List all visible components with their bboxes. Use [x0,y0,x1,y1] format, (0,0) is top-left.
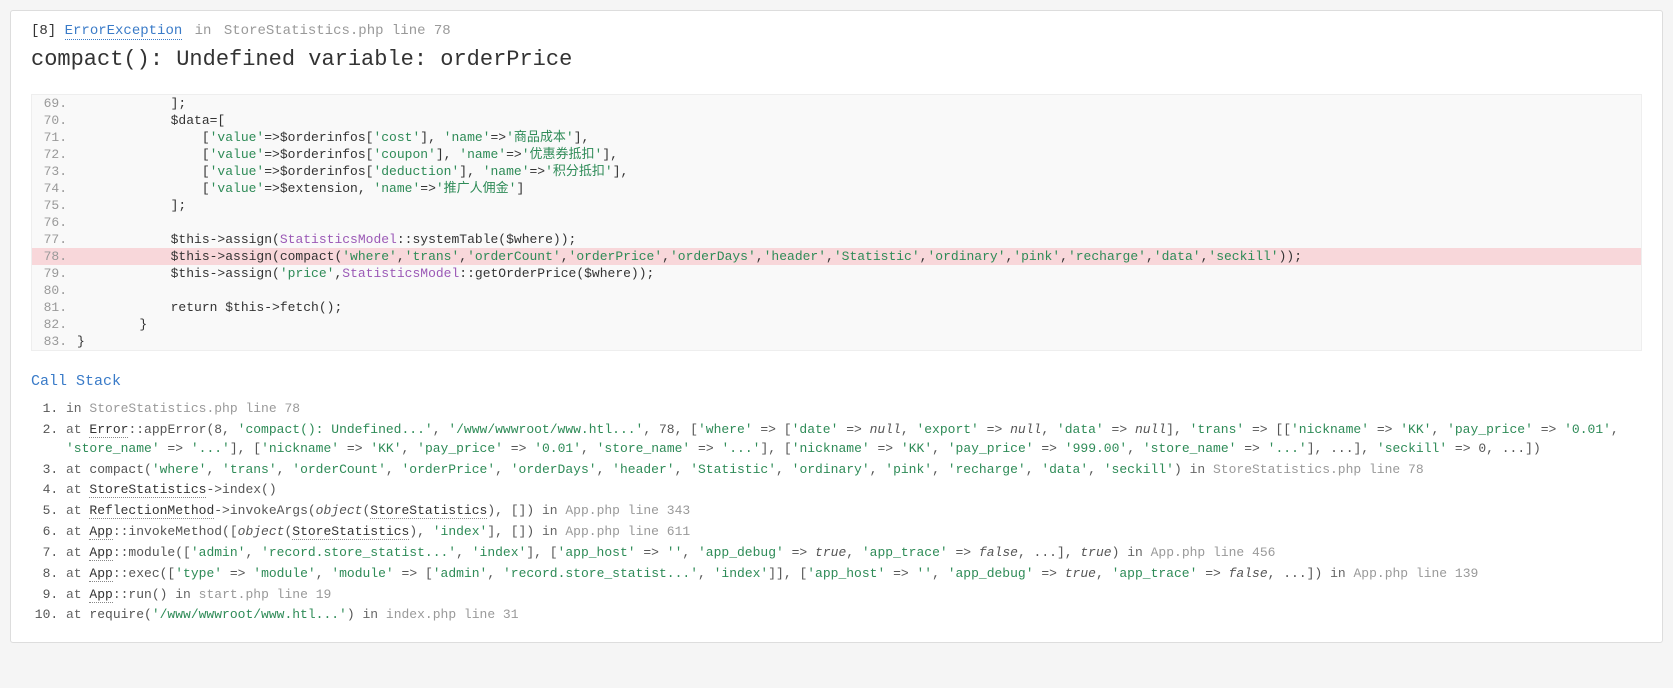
code-line: 78. $this->assign(compact('where','trans… [32,248,1641,265]
line-number: 71. [32,129,77,146]
code-line: 74. ['value'=>$extension, 'name'=>'推广人佣金… [32,180,1641,197]
in-word: in [195,23,212,39]
line-number: 75. [32,197,77,214]
stack-frame: in StoreStatistics.php line 78 [66,400,1642,419]
error-location: StoreStatistics.php line 78 [224,23,451,39]
stack-frame: at Error::appError(8, 'compact(): Undefi… [66,421,1642,459]
line-number: 81. [32,299,77,316]
code-line: 81. return $this->fetch(); [32,299,1641,316]
error-header: [8] ErrorException in StoreStatistics.ph… [11,11,1662,45]
line-number: 80. [32,282,77,299]
code-line: 71. ['value'=>$orderinfos['cost'], 'name… [32,129,1641,146]
code-content: ['value'=>$orderinfos['coupon'], 'name'=… [77,146,1641,163]
line-number: 82. [32,316,77,333]
code-content: ]; [77,95,1641,112]
code-content: $data=[ [77,112,1641,129]
code-content: return $this->fetch(); [77,299,1641,316]
stack-frame: at StoreStatistics->index() [66,481,1642,500]
line-number: 79. [32,265,77,282]
line-number: 74. [32,180,77,197]
code-content: ['value'=>$orderinfos['deduction'], 'nam… [77,163,1641,180]
code-line: 73. ['value'=>$orderinfos['deduction'], … [32,163,1641,180]
code-content: } [77,333,1641,350]
stack-frame: at App::exec(['type' => 'module', 'modul… [66,565,1642,584]
line-number: 70. [32,112,77,129]
call-stack-title: Call Stack [11,369,1662,400]
code-content [77,214,1641,231]
code-content [77,282,1641,299]
stack-frame: at App::invokeMethod([object(StoreStatis… [66,523,1642,542]
error-number: [8] [31,23,56,39]
line-number: 77. [32,231,77,248]
error-panel: [8] ErrorException in StoreStatistics.ph… [10,10,1663,643]
code-line: 82. } [32,316,1641,333]
line-number: 78. [32,248,77,265]
line-number: 73. [32,163,77,180]
code-content: $this->assign(compact('where','trans','o… [77,248,1641,265]
code-line: 69. ]; [32,95,1641,112]
code-line: 70. $data=[ [32,112,1641,129]
error-message: compact(): Undefined variable: orderPric… [11,45,1662,84]
line-number: 83. [32,333,77,350]
stack-frame: at compact('where', 'trans', 'orderCount… [66,461,1642,480]
line-number: 76. [32,214,77,231]
code-content: } [77,316,1641,333]
stack-frame: at App::run() in start.php line 19 [66,586,1642,605]
code-line: 75. ]; [32,197,1641,214]
code-line: 76. [32,214,1641,231]
stack-frame: at App::module(['admin', 'record.store_s… [66,544,1642,563]
code-content: $this->assign('price',StatisticsModel::g… [77,265,1641,282]
stack-frame: at require('/www/wwwroot/www.htl...') in… [66,606,1642,625]
code-content: ]; [77,197,1641,214]
code-line: 79. $this->assign('price',StatisticsMode… [32,265,1641,282]
stack-frame: at ReflectionMethod->invokeArgs(object(S… [66,502,1642,521]
call-stack-list: in StoreStatistics.php line 78at Error::… [11,400,1662,625]
code-line: 77. $this->assign(StatisticsModel::syste… [32,231,1641,248]
code-content: $this->assign(StatisticsModel::systemTab… [77,231,1641,248]
exception-link[interactable]: ErrorException [65,23,183,40]
code-line: 80. [32,282,1641,299]
line-number: 69. [32,95,77,112]
code-content: ['value'=>$extension, 'name'=>'推广人佣金'] [77,180,1641,197]
source-code-block: 69. ];70. $data=[71. ['value'=>$orderinf… [31,94,1642,351]
code-content: ['value'=>$orderinfos['cost'], 'name'=>'… [77,129,1641,146]
code-line: 83.} [32,333,1641,350]
line-number: 72. [32,146,77,163]
code-line: 72. ['value'=>$orderinfos['coupon'], 'na… [32,146,1641,163]
